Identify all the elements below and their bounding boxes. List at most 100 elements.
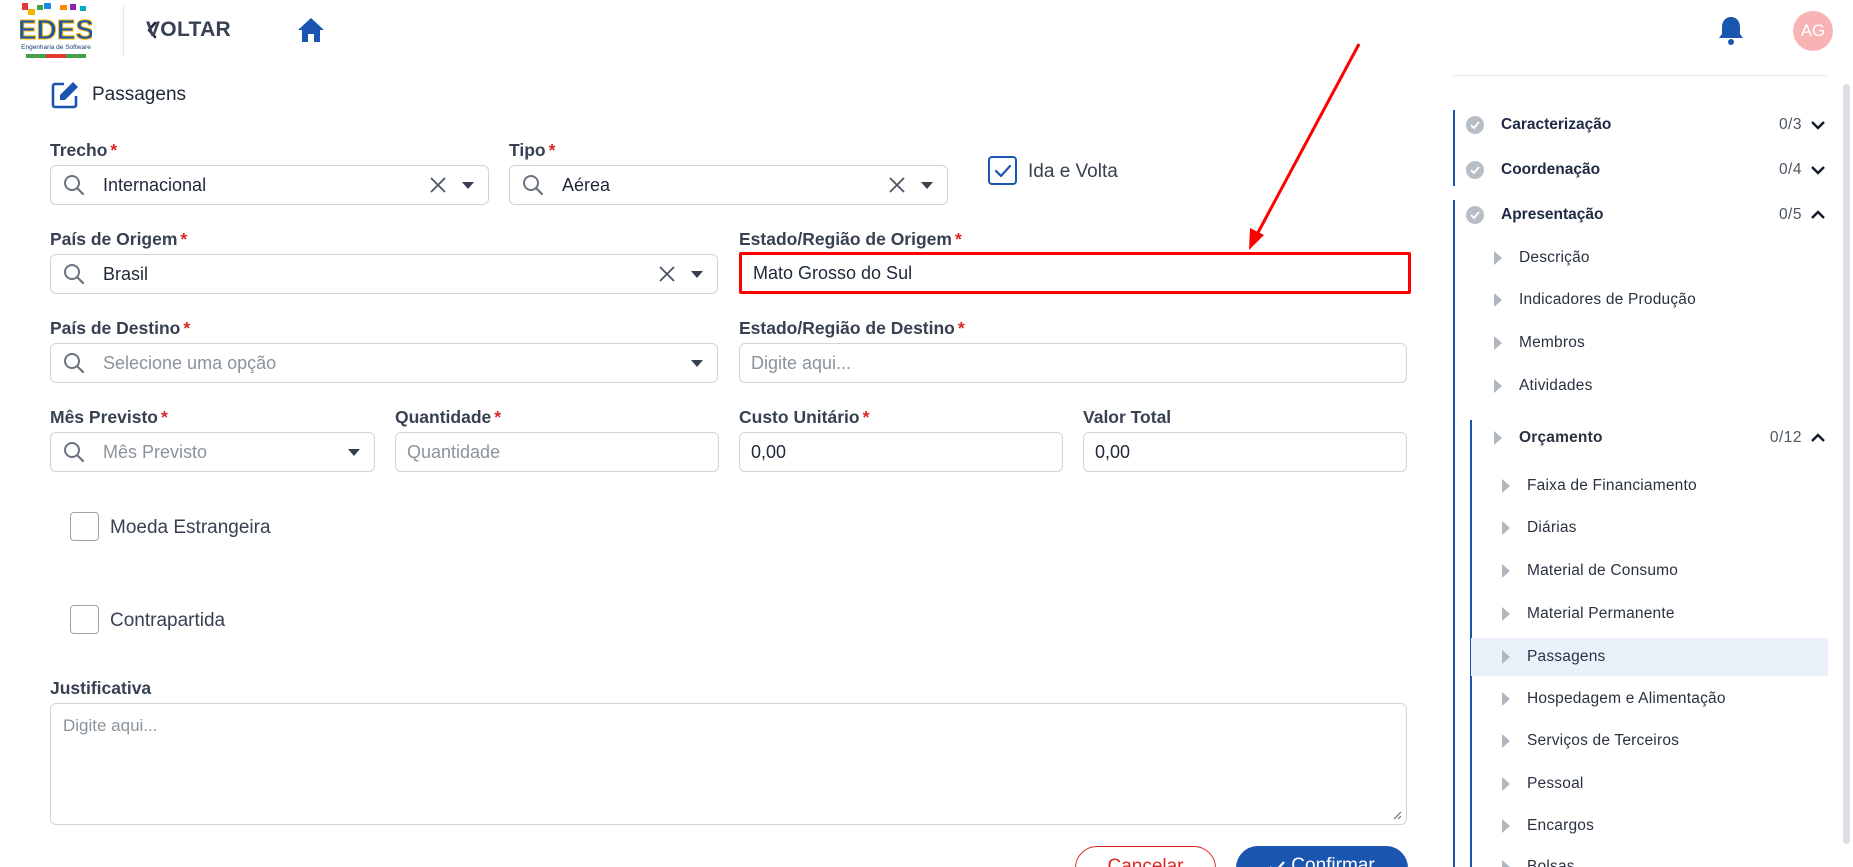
pais-origem-value: Brasil <box>103 263 149 284</box>
pais-origem-select[interactable]: Brasil <box>50 254 718 294</box>
estado-destino-placeholder: Digite aqui... <box>751 352 852 373</box>
caret-right-icon <box>1494 379 1502 393</box>
sidebar-item-label: Encargos <box>1527 817 1595 834</box>
ida-volta-checkbox[interactable] <box>988 156 1017 185</box>
sidebar-item-label: Pessoal <box>1527 775 1584 792</box>
sidebar-item-coordenacao[interactable]: Coordenação 0/4 <box>1466 155 1826 185</box>
caret-down-icon[interactable] <box>689 268 705 280</box>
sidebar-item-apresentacao[interactable]: Apresentação 0/5 <box>1466 200 1826 230</box>
notifications-button[interactable] <box>1716 14 1746 46</box>
contrapartida-checkbox[interactable] <box>70 605 99 634</box>
sidebar-item-label: Bolsas <box>1527 858 1575 867</box>
sidebar-item-hospedagem[interactable]: Hospedagem e Alimentação <box>1502 682 1726 716</box>
sidebar-item-bolsas[interactable]: Bolsas <box>1502 850 1575 867</box>
home-button[interactable] <box>296 16 326 46</box>
sidebar-item-label: Membros <box>1519 334 1585 351</box>
contrapartida-label: Contrapartida <box>110 610 226 631</box>
caret-down-icon[interactable] <box>689 357 705 369</box>
sidebar-item-orcamento[interactable]: Orçamento 0/12 <box>1494 421 1826 455</box>
pais-destino-label: País de Destino * <box>50 318 191 338</box>
section-title-text: Passagens <box>92 84 187 105</box>
sidebar-item-label: Diárias <box>1527 519 1577 536</box>
caret-right-icon <box>1502 479 1510 493</box>
check-icon <box>1270 861 1286 867</box>
back-button[interactable]: VOLTAR <box>146 14 231 46</box>
moeda-estrangeira-checkbox[interactable] <box>70 512 99 541</box>
caret-right-icon <box>1502 564 1510 578</box>
chevron-down-icon <box>1811 166 1825 175</box>
search-icon <box>64 264 85 285</box>
tipo-select[interactable]: Aérea <box>509 165 948 205</box>
custo-unitario-input[interactable]: 0,00 <box>739 432 1063 472</box>
caret-right-icon <box>1502 607 1510 621</box>
tipo-value: Aérea <box>562 174 611 195</box>
sidebar-item-pessoal[interactable]: Pessoal <box>1502 767 1584 801</box>
caret-down-icon[interactable] <box>919 179 935 191</box>
clear-icon[interactable] <box>657 264 677 284</box>
confirm-button[interactable]: Confirmar <box>1236 846 1408 867</box>
caret-right-icon <box>1502 650 1510 664</box>
estado-origem-input[interactable]: Mato Grosso do Sul <box>739 252 1411 294</box>
search-icon <box>64 442 85 463</box>
caret-down-icon[interactable] <box>346 446 362 458</box>
sidebar-item-label: Orçamento <box>1519 429 1603 446</box>
trecho-value: Internacional <box>103 174 207 195</box>
chevron-up-icon <box>1811 210 1825 219</box>
user-avatar[interactable]: AG <box>1793 11 1833 51</box>
sidebar-item-descricao[interactable]: Descrição <box>1494 241 1590 275</box>
sidebar-item-count: 0/3 <box>1778 116 1802 133</box>
sidebar-item-servicos-terceiros[interactable]: Serviços de Terceiros <box>1502 724 1679 758</box>
tipo-label: Tipo * <box>509 140 556 160</box>
sidebar-scrollbar[interactable] <box>1843 84 1850 844</box>
caret-right-icon <box>1494 293 1502 307</box>
sidebar-item-passagens[interactable]: Passagens <box>1471 638 1828 676</box>
caret-down-icon[interactable] <box>460 179 476 191</box>
section-title: Passagens <box>50 80 186 110</box>
sidebar-item-caracterizacao[interactable]: Caracterização 0/3 <box>1466 110 1826 140</box>
mes-previsto-label: Mês Previsto * <box>50 407 168 427</box>
moeda-estrangeira-label: Moeda Estrangeira <box>110 517 271 538</box>
sidebar-section-indicator <box>1453 110 1455 156</box>
estado-destino-input[interactable]: Digite aqui... <box>739 343 1407 383</box>
sidebar-item-membros[interactable]: Membros <box>1494 326 1585 360</box>
edit-icon <box>51 82 78 109</box>
sidebar-section-indicator <box>1453 156 1455 186</box>
caret-right-icon <box>1502 819 1510 833</box>
logo-text: EDES <box>20 14 92 45</box>
estado-origem-value: Mato Grosso do Sul <box>753 262 913 283</box>
sidebar-item-label: Passagens <box>1527 648 1606 665</box>
sidebar-item-label: Hospedagem e Alimentação <box>1527 690 1726 707</box>
mes-previsto-select[interactable]: Mês Previsto <box>50 432 375 472</box>
sidebar-item-label: Material Permanente <box>1527 605 1675 622</box>
check-circle-icon <box>1466 161 1484 179</box>
quantidade-input[interactable]: Quantidade <box>395 432 719 472</box>
caret-right-icon <box>1502 692 1510 706</box>
valor-total-input[interactable]: 0,00 <box>1083 432 1407 472</box>
resize-grip-icon[interactable] <box>1392 810 1402 820</box>
justificativa-textarea[interactable]: Digite aqui... <box>50 703 1407 825</box>
sidebar-item-indicadores[interactable]: Indicadores de Produção <box>1494 283 1696 317</box>
sidebar-item-label: Indicadores de Produção <box>1519 291 1696 308</box>
sidebar-item-atividades[interactable]: Atividades <box>1494 369 1593 403</box>
cancel-button[interactable]: Cancelar <box>1075 846 1216 867</box>
sidebar-item-count: 0/5 <box>1778 206 1802 223</box>
pais-destino-select[interactable]: Selecione uma opção <box>50 343 718 383</box>
sidebar-item-faixa-financiamento[interactable]: Faixa de Financiamento <box>1502 469 1697 503</box>
edes-logo: EDES Engenharia de Software <box>17 3 95 59</box>
clear-icon[interactable] <box>887 175 907 195</box>
annotation-arrow <box>1249 43 1361 250</box>
search-icon <box>64 175 85 196</box>
pais-destino-placeholder: Selecione uma opção <box>103 352 277 373</box>
clear-icon[interactable] <box>428 175 448 195</box>
chevron-up-icon <box>1811 433 1825 442</box>
trecho-select[interactable]: Internacional <box>50 165 489 205</box>
sidebar-item-material-consumo[interactable]: Material de Consumo <box>1502 554 1678 588</box>
caret-right-icon <box>1502 777 1510 791</box>
caret-right-icon <box>1494 251 1502 265</box>
header-divider <box>123 6 124 56</box>
sidebar-item-material-permanente[interactable]: Material Permanente <box>1502 597 1675 631</box>
sidebar-item-encargos[interactable]: Encargos <box>1502 809 1594 843</box>
sidebar-item-diarias[interactable]: Diárias <box>1502 511 1577 545</box>
search-icon <box>523 175 544 196</box>
sidebar-section-indicator <box>1453 200 1455 867</box>
